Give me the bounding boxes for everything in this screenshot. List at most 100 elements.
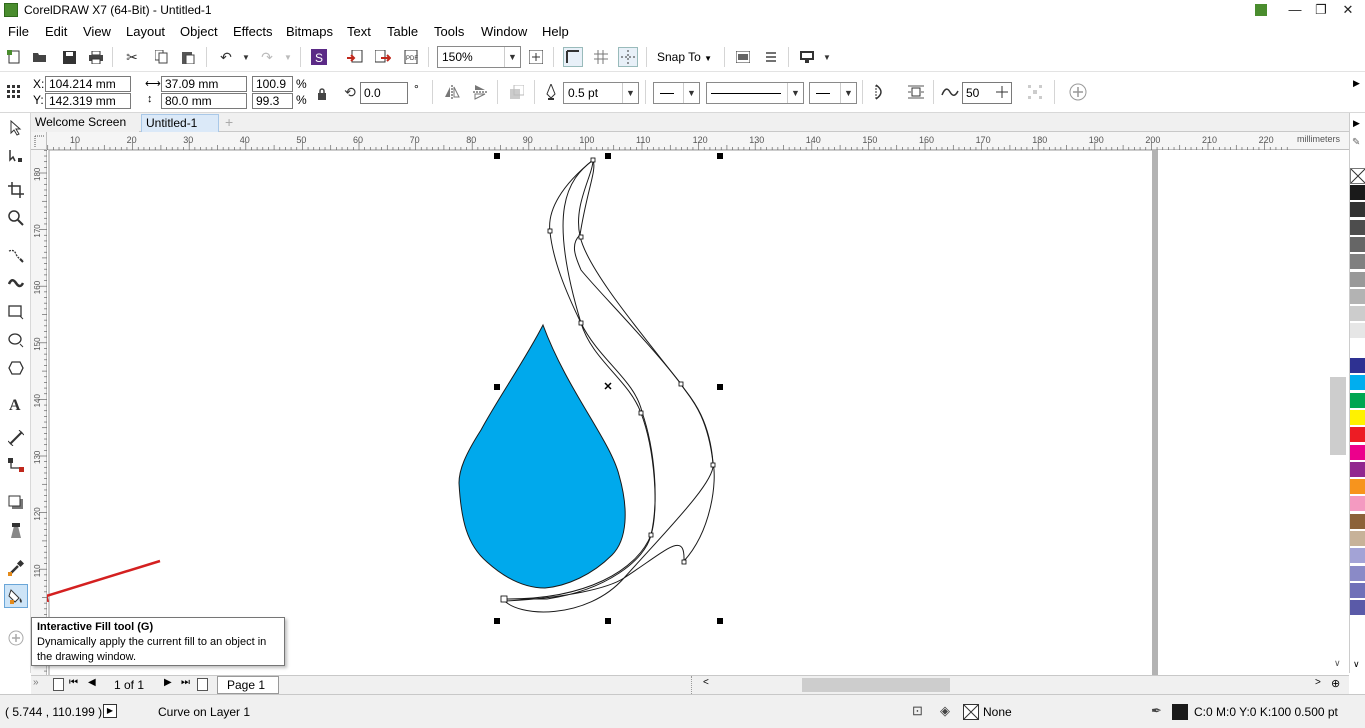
palette-options-icon[interactable]: ✎: [1352, 137, 1360, 148]
status-expand-icon[interactable]: ▶: [103, 704, 117, 718]
color-swatch[interactable]: [1350, 185, 1365, 201]
close-button[interactable]: ✕: [1331, 0, 1365, 21]
smoothing-slider-icon[interactable]: [996, 86, 1008, 98]
zoom-navigator-icon[interactable]: ⊕: [1331, 677, 1340, 690]
toolbar-overflow-icon[interactable]: ▶: [1353, 78, 1360, 89]
color-swatch[interactable]: [1350, 392, 1365, 409]
shape-tool-icon[interactable]: [4, 144, 28, 168]
paste-icon[interactable]: [178, 47, 198, 67]
freehand-tool-icon[interactable]: [4, 243, 28, 267]
copy-icon[interactable]: [151, 47, 171, 67]
lock-ratio-icon[interactable]: [312, 84, 332, 104]
selection-handle[interactable]: [494, 153, 500, 159]
app-status-icon[interactable]: [1244, 0, 1278, 21]
color-proofing-icon[interactable]: ⊡: [912, 703, 923, 719]
last-page-icon[interactable]: ⏭: [181, 677, 190, 688]
application-launcher-icon[interactable]: [797, 47, 817, 67]
text-tool-icon[interactable]: A: [4, 392, 28, 416]
color-swatch[interactable]: [1350, 513, 1365, 530]
menu-file[interactable]: File: [8, 24, 29, 39]
add-tool-icon[interactable]: [4, 626, 28, 650]
color-swatch[interactable]: [1350, 409, 1365, 426]
show-grid-icon[interactable]: [591, 47, 611, 67]
curve-node[interactable]: [590, 157, 596, 163]
color-swatch[interactable]: [1350, 219, 1365, 236]
color-swatch[interactable]: [1350, 271, 1365, 288]
palette-scroll-down-icon[interactable]: ∨: [1353, 659, 1360, 670]
selection-handle[interactable]: [494, 618, 500, 624]
color-swatch[interactable]: [1350, 288, 1365, 305]
vertical-scrollbar[interactable]: ∨: [1329, 150, 1349, 675]
next-page-icon[interactable]: ▶: [164, 677, 172, 688]
drawing-window[interactable]: [47, 150, 1349, 675]
curve-start-node[interactable]: [500, 595, 508, 603]
splitter-handle[interactable]: [691, 676, 693, 694]
curve-node[interactable]: [710, 462, 716, 468]
menu-layout[interactable]: Layout: [126, 24, 165, 39]
color-swatch[interactable]: [1350, 548, 1365, 565]
artistic-media-tool-icon[interactable]: [4, 271, 28, 295]
menu-object[interactable]: Object: [180, 24, 218, 39]
pick-tool-icon[interactable]: [4, 116, 28, 140]
color-swatch[interactable]: [1350, 565, 1365, 582]
drop-shadow-tool-icon[interactable]: [4, 491, 28, 515]
color-swatch[interactable]: [1350, 600, 1365, 617]
selection-handle[interactable]: [494, 384, 500, 390]
drawing-area[interactable]: [47, 150, 1349, 675]
zoom-level-select[interactable]: 150% ▼: [437, 46, 521, 68]
color-swatch[interactable]: [1350, 461, 1365, 478]
select-all-nodes-icon[interactable]: [1025, 82, 1045, 102]
selection-handle[interactable]: [717, 618, 723, 624]
width-field[interactable]: 37.09 mm: [161, 76, 247, 92]
wrap-text-icon[interactable]: [906, 82, 926, 102]
selection-handle[interactable]: [717, 384, 723, 390]
start-arrowhead-select[interactable]: ▼: [653, 82, 700, 104]
export-icon[interactable]: [373, 47, 393, 67]
redo-dropdown-icon[interactable]: ▼: [278, 47, 298, 67]
import-icon[interactable]: [345, 47, 365, 67]
menu-edit[interactable]: Edit: [45, 24, 67, 39]
no-fill-swatch[interactable]: [1350, 168, 1365, 184]
first-page-icon[interactable]: ⏮: [69, 677, 78, 688]
color-swatch[interactable]: [1350, 496, 1365, 513]
color-swatch[interactable]: [1350, 582, 1365, 599]
close-curve-icon[interactable]: [870, 82, 890, 102]
rotation-center-marker[interactable]: [604, 382, 612, 390]
scroll-down-arrow-icon[interactable]: ∨: [1334, 658, 1341, 669]
menu-tools[interactable]: Tools: [434, 24, 464, 39]
selection-handle[interactable]: [717, 153, 723, 159]
quick-trace-icon[interactable]: [507, 82, 527, 102]
menu-effects[interactable]: Effects: [233, 24, 273, 39]
color-swatch[interactable]: [1350, 236, 1365, 253]
x-position-field[interactable]: 104.214 mm: [45, 76, 131, 92]
parallel-dimension-tool-icon[interactable]: [4, 426, 28, 450]
navigator-menu-icon[interactable]: »: [33, 677, 39, 688]
outline-width-select[interactable]: 0.5 pt ▼: [563, 82, 639, 104]
redo-icon[interactable]: ↷: [257, 47, 277, 67]
line-style-select[interactable]: ▼: [706, 82, 804, 104]
color-swatch[interactable]: [1350, 531, 1365, 547]
add-tab-button[interactable]: +: [221, 114, 239, 132]
customize-icon[interactable]: [761, 47, 781, 67]
launcher-dropdown-icon[interactable]: ▼: [817, 47, 837, 67]
ruler-origin-icon[interactable]: [31, 132, 47, 150]
color-swatch[interactable]: [1350, 202, 1365, 219]
publish-pdf-icon[interactable]: PDF: [401, 47, 421, 67]
color-swatch[interactable]: [1350, 444, 1365, 461]
selection-handle[interactable]: [605, 153, 611, 159]
eyedropper-tool-icon[interactable]: [4, 556, 28, 580]
end-arrowhead-select[interactable]: ▼: [809, 82, 857, 104]
curve-node[interactable]: [681, 559, 687, 565]
menu-table[interactable]: Table: [387, 24, 418, 39]
menu-text[interactable]: Text: [347, 24, 371, 39]
menu-window[interactable]: Window: [481, 24, 527, 39]
menu-view[interactable]: View: [83, 24, 111, 39]
curve-node[interactable]: [547, 228, 553, 234]
palette-scroll-up-icon[interactable]: ▶: [1353, 118, 1360, 129]
color-swatch[interactable]: [1350, 323, 1365, 340]
undo-icon[interactable]: ↶: [216, 47, 236, 67]
interactive-fill-tool-icon[interactable]: [4, 584, 28, 608]
ellipse-tool-icon[interactable]: [4, 328, 28, 352]
color-swatch[interactable]: [1350, 358, 1365, 374]
open-folder-icon[interactable]: [30, 47, 50, 67]
